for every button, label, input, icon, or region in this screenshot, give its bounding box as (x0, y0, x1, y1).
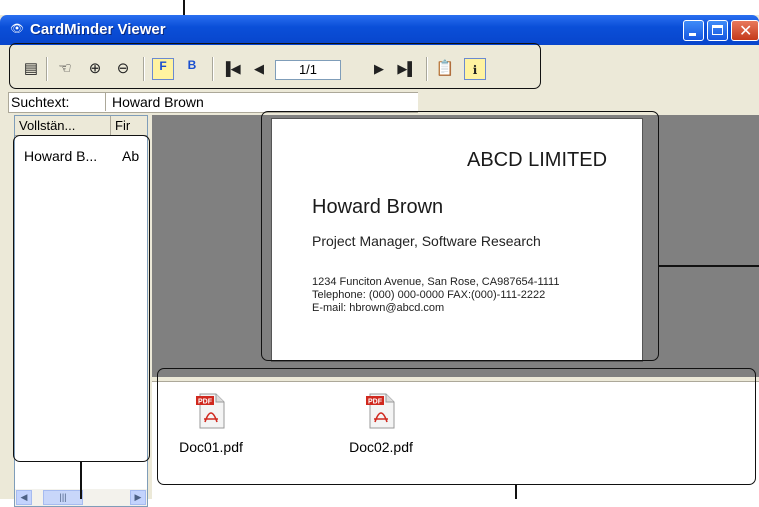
maximize-icon (712, 25, 723, 35)
scroll-thumb[interactable]: ||| (43, 490, 83, 505)
search-row: Suchtext: (8, 92, 418, 113)
callout-line-card-list (80, 462, 82, 499)
search-input[interactable] (105, 93, 418, 111)
title-bar[interactable]: 👁 CardMinder Viewer ✕ (0, 15, 759, 45)
window-title: CardMinder Viewer (30, 21, 166, 38)
column-header-full-name[interactable]: Vollstän... (15, 116, 111, 136)
maximize-button[interactable] (707, 20, 728, 41)
scroll-left-icon[interactable]: ◀ (16, 490, 32, 505)
callout-card-image (261, 111, 659, 361)
minimize-icon (689, 33, 696, 36)
column-header-company[interactable]: Fir (111, 116, 147, 136)
callout-line-card-image (659, 265, 759, 267)
scroll-right-icon[interactable]: ▶ (130, 490, 146, 505)
eye-icon: 👁 (10, 23, 24, 35)
callout-card-list (13, 135, 150, 462)
minimize-button[interactable] (683, 20, 704, 41)
close-button[interactable]: ✕ (731, 20, 759, 41)
callout-toolbar (9, 43, 541, 89)
callout-files (157, 368, 756, 485)
callout-line-files (515, 485, 517, 499)
search-label: Suchtext: (11, 94, 70, 110)
close-icon: ✕ (739, 21, 753, 40)
